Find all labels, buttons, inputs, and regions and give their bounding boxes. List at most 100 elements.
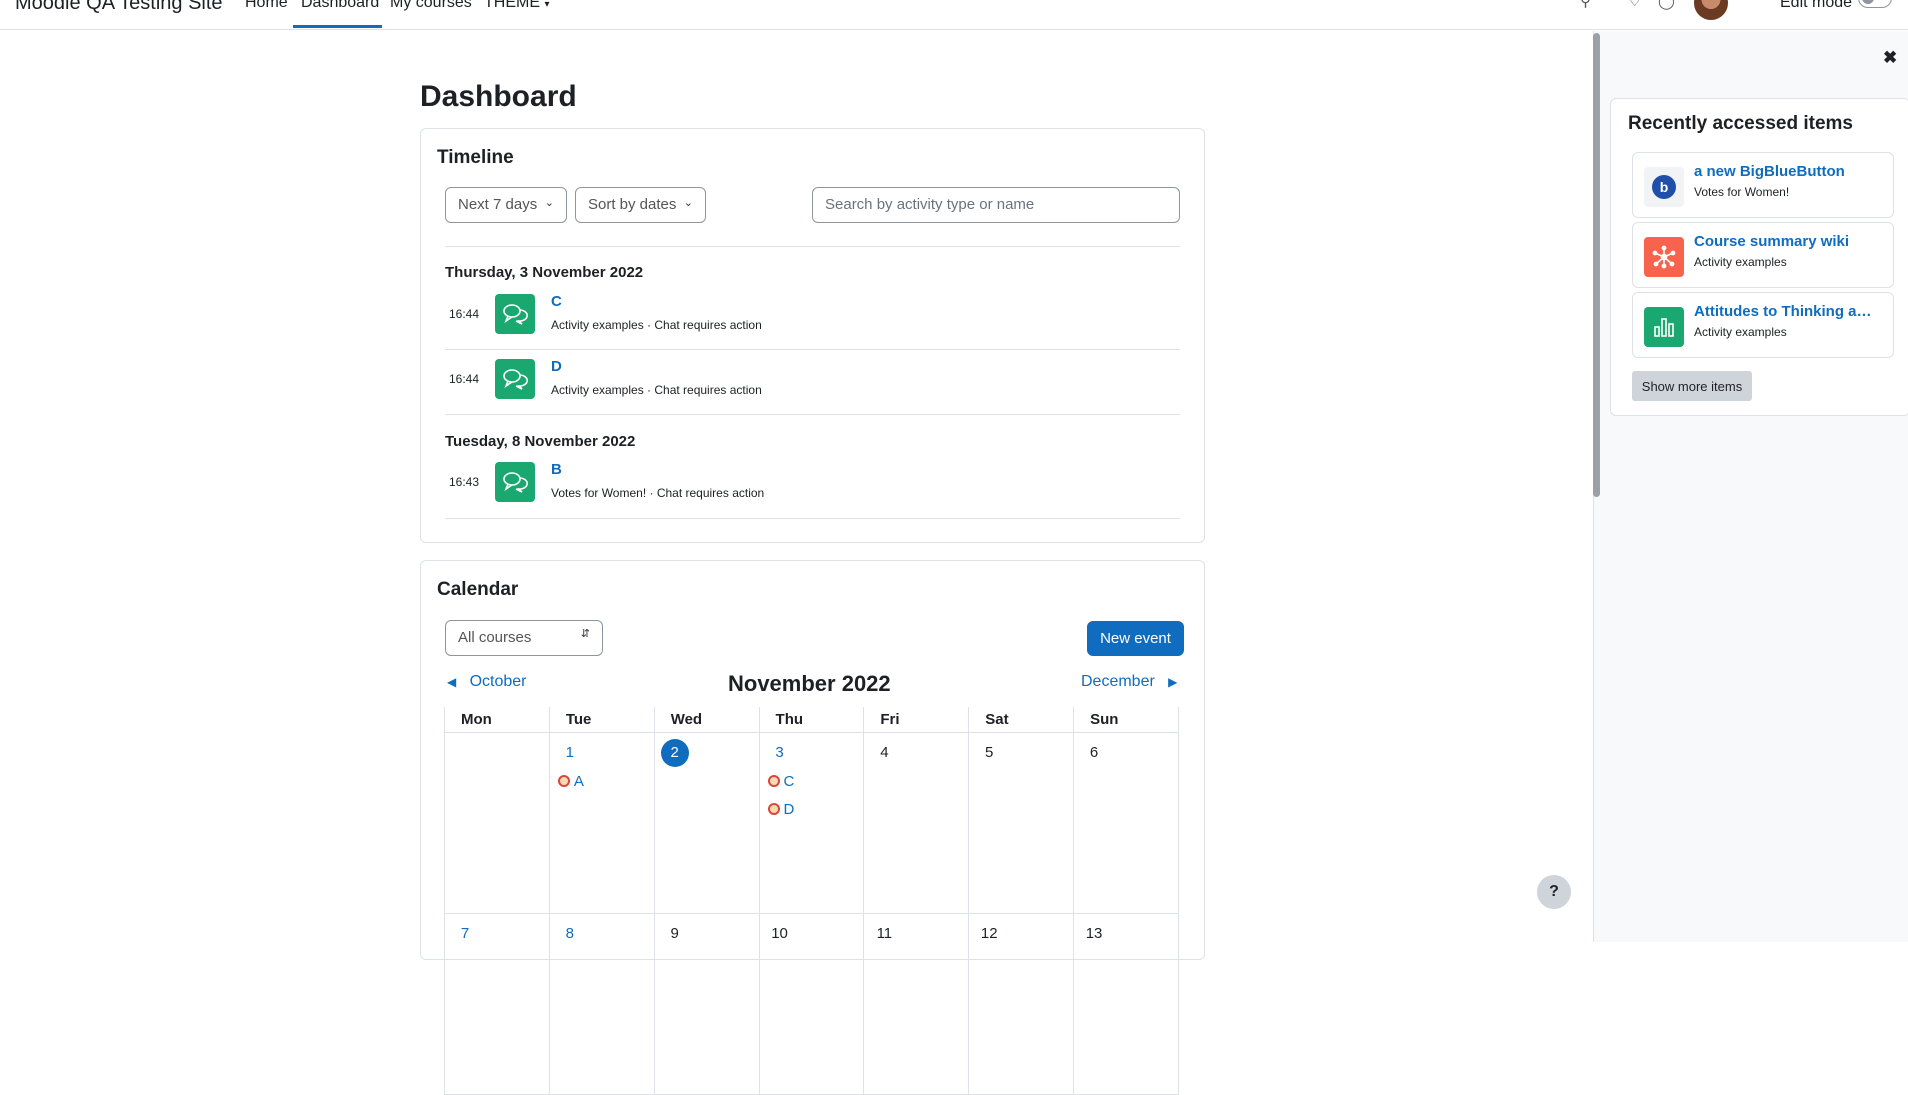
day-number: 11 [876,924,893,942]
timeline-title: Timeline [437,147,514,168]
divider [445,349,1180,350]
calendar-event-link[interactable]: D [767,797,864,823]
event-meta: Activity examples · Chat requires action [551,383,762,397]
edit-mode-label: Edit mode [1780,0,1853,11]
day-number: 5 [985,743,994,761]
timeline-sort[interactable]: Sort by dates ⌄ [575,187,706,223]
day-number-link[interactable]: 1 [556,739,584,767]
event-name-link[interactable]: B [551,461,562,478]
calendar-day-cell[interactable]: 9 [653,912,760,1095]
calendar-day-cell[interactable]: 2 [653,731,760,914]
site-brand[interactable]: Moodle QA Testing Site [15,0,223,15]
recent-item-course: Activity examples [1694,255,1787,269]
weekday-header: Wed [653,707,760,733]
divider [445,518,1180,519]
arrow-right-icon: ▶ [1168,675,1178,689]
chart-bars-icon [1644,307,1684,347]
timeline-date-heading: Thursday, 3 November 2022 [445,264,644,281]
chat-activity-icon [495,462,535,502]
chat-icon[interactable]: ◯ [1658,0,1675,10]
weekday-header: Thu [758,707,865,733]
calendar-day-cell[interactable]: 12 [968,912,1075,1095]
recent-item-link[interactable]: Attitudes to Thinking a… [1694,303,1884,320]
event-time: 16:44 [449,372,480,386]
event-name-link[interactable]: C [551,293,562,310]
event-dot-icon [767,802,780,815]
prev-month-link[interactable]: ◀ October [447,673,527,691]
calendar-title: Calendar [437,579,519,600]
page-title: Dashboard [420,80,577,113]
recent-item[interactable]: Course summary wiki Activity examples [1632,222,1894,288]
day-number-link[interactable]: 3 [766,739,794,767]
nav-theme[interactable]: THEME ▾ [484,0,549,12]
chevron-down-icon: ⌄ [544,197,554,209]
event-meta: Votes for Women! · Chat requires action [551,486,765,500]
calendar-day-cell[interactable]: 1 A [548,731,655,914]
event-time: 16:44 [449,307,480,321]
help-button[interactable]: ? [1537,875,1571,909]
show-more-items-button[interactable]: Show more items [1632,371,1752,401]
calendar-day-cell[interactable]: 10 [758,912,865,1095]
event-dot-icon [767,774,780,787]
day-number: 4 [880,743,889,761]
edit-mode-toggle[interactable] [1858,0,1892,8]
wiki-icon [1644,237,1684,277]
calendar-day-cell[interactable]: 3 C D [758,731,865,914]
course-filter-select[interactable]: All courses ⇵ [445,620,603,656]
recent-item-course: Activity examples [1694,325,1787,339]
svg-text:b: b [1660,179,1669,195]
calendar-day-cell[interactable]: 5 [968,731,1075,914]
timeline-date-heading: Tuesday, 8 November 2022 [445,433,636,450]
recent-item-link[interactable]: Course summary wiki [1694,233,1884,250]
chat-activity-icon [495,359,535,399]
timeline-block: Timeline Next 7 days ⌄ Sort by dates ⌄ Sea… [420,128,1205,543]
arrow-left-icon: ◀ [447,675,457,689]
recent-item-link[interactable]: a new BigBlueButton [1694,163,1884,180]
divider [445,246,1180,247]
timeline-search-input[interactable]: Search by activity type or name [812,187,1180,223]
event-meta: Activity examples · Chat requires action [551,318,762,332]
weekday-header: Sun [1073,707,1179,733]
recent-item[interactable]: Attitudes to Thinking a… Activity exampl… [1632,292,1894,358]
day-number-link[interactable]: 8 [556,920,584,948]
chevron-down-icon: ▾ [544,0,550,10]
event-name-link[interactable]: D [551,358,562,375]
event-dot-icon [557,774,570,787]
new-event-button[interactable]: New event [1087,621,1184,656]
drawer-scrollbar[interactable] [1593,33,1600,497]
nav-dashboard[interactable]: Dashboard [301,0,379,12]
calendar-day-cell[interactable]: 7 [444,912,550,1095]
search-icon[interactable]: ⚲ [1580,0,1591,10]
calendar-event-link[interactable]: A [557,769,654,795]
close-icon[interactable]: ✖ [1883,48,1897,68]
today-marker[interactable]: 2 [660,738,689,767]
bell-icon[interactable]: ♢ [1628,0,1641,10]
divider [445,414,1180,415]
calendar-day-cell[interactable]: 6 [1073,731,1179,914]
top-navbar: Moodle QA Testing Site Home Dashboard My… [0,0,1908,30]
weekday-header: Mon [444,707,550,733]
weekday-header: Fri [863,707,970,733]
calendar-day-cell[interactable]: 4 [863,731,970,914]
day-number: 6 [1089,743,1099,761]
month-title: November 2022 [728,671,891,696]
user-avatar[interactable] [1694,0,1728,20]
calendar-day-cell[interactable]: 13 [1073,912,1179,1095]
recent-item-course: Votes for Women! [1694,185,1790,199]
day-number: 9 [670,924,679,942]
chevron-down-icon[interactable]: ▾ [1737,0,1742,3]
weekday-header: Tue [548,707,655,733]
nav-home[interactable]: Home [245,0,288,12]
calendar-day-cell[interactable]: 11 [863,912,970,1095]
next-month-link[interactable]: December ▶ [1081,673,1177,691]
recent-item[interactable]: b a new BigBlueButton Votes for Women! [1632,152,1894,218]
timeline-day-filter[interactable]: Next 7 days ⌄ [445,187,567,223]
nav-my-courses[interactable]: My courses [390,0,472,12]
nav-active-indicator [293,25,382,28]
chat-activity-icon [495,294,535,334]
bigbluebutton-icon: b [1644,167,1684,207]
calendar-day-cell[interactable] [444,731,550,914]
calendar-event-link[interactable]: C [767,769,864,795]
calendar-day-cell[interactable]: 8 [548,912,655,1095]
day-number-link[interactable]: 7 [451,920,479,948]
